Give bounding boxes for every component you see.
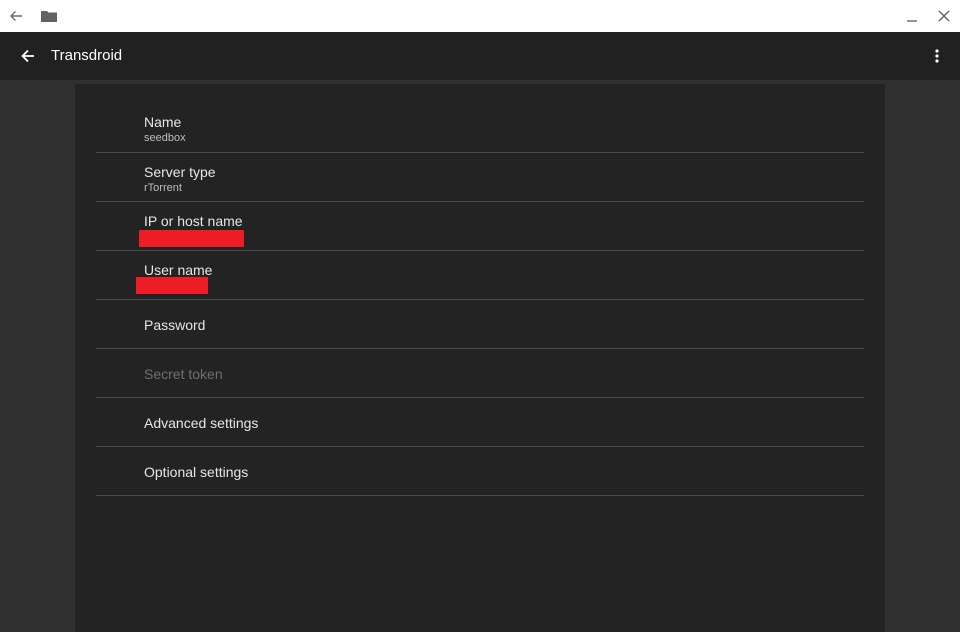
pref-secret-token: Secret token xyxy=(96,349,864,398)
window-title-bar xyxy=(0,0,960,32)
window-back-button[interactable] xyxy=(6,6,26,26)
pref-label: Name xyxy=(144,114,182,130)
redacted-value xyxy=(139,230,244,247)
pref-optional-settings[interactable]: Optional settings xyxy=(96,447,864,496)
close-icon xyxy=(938,10,950,22)
pref-label: User name xyxy=(144,262,213,278)
close-button[interactable] xyxy=(934,6,954,26)
pref-advanced-settings[interactable]: Advanced settings xyxy=(96,398,864,447)
pref-label: Secret token xyxy=(144,366,223,382)
redacted-value xyxy=(136,277,208,294)
pref-label: Password xyxy=(144,317,206,333)
pref-password[interactable]: Password xyxy=(96,300,864,349)
pref-user[interactable]: User name xyxy=(96,251,864,300)
pref-summary: seedbox xyxy=(144,132,186,144)
navigate-up-button[interactable] xyxy=(16,44,40,68)
overflow-menu-icon xyxy=(935,49,939,63)
app-toolbar: Transdroid xyxy=(0,32,960,80)
app-title: Transdroid xyxy=(51,47,123,64)
pref-label: Optional settings xyxy=(144,464,249,480)
pref-label: Server type xyxy=(144,164,216,180)
pref-server-type[interactable]: Server type rTorrent xyxy=(96,153,864,202)
back-arrow-icon xyxy=(21,49,34,63)
pref-label: Advanced settings xyxy=(144,415,259,431)
pref-summary: rTorrent xyxy=(144,182,182,194)
settings-content: Name seedbox Server type rTorrent IP or … xyxy=(0,80,960,632)
pref-host[interactable]: IP or host name xyxy=(96,202,864,251)
settings-list: Name seedbox Server type rTorrent IP or … xyxy=(96,84,864,496)
settings-card: Name seedbox Server type rTorrent IP or … xyxy=(75,84,885,632)
overflow-menu-button[interactable] xyxy=(925,44,949,68)
back-arrow-icon xyxy=(10,11,22,21)
pref-name[interactable]: Name seedbox xyxy=(96,84,864,153)
minimize-button[interactable] xyxy=(902,6,922,26)
pref-label: IP or host name xyxy=(144,213,243,229)
folder-button[interactable] xyxy=(39,6,59,26)
folder-icon xyxy=(41,11,57,22)
minimize-icon xyxy=(907,20,917,22)
